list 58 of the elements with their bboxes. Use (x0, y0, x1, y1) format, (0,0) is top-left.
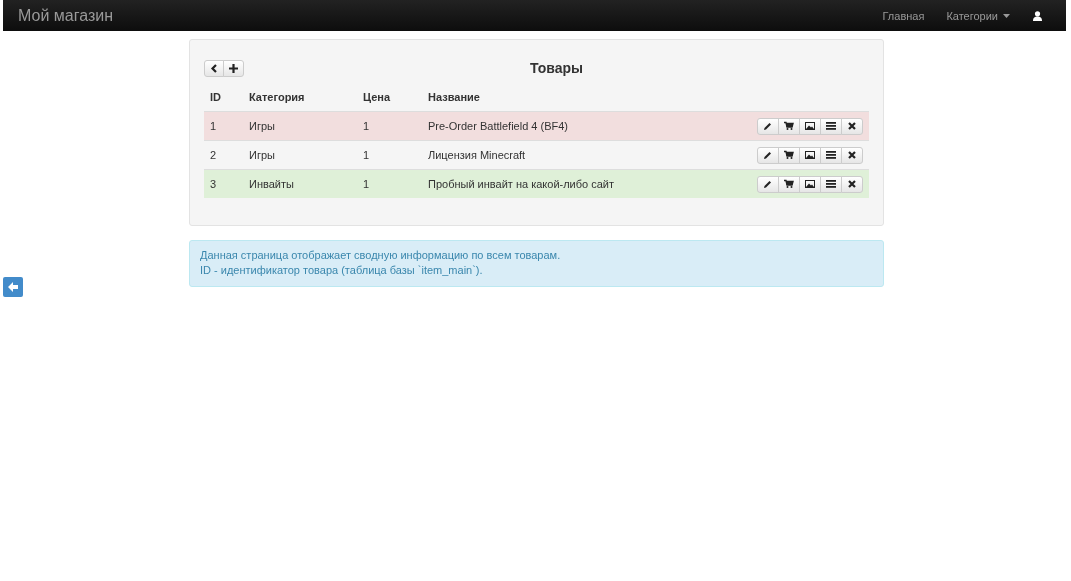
table-cell: 1 (357, 111, 422, 141)
table-cell: Pre-Order Battlefield 4 (BF4) (422, 111, 751, 141)
table-cell: Лицензия Minecraft (422, 140, 751, 170)
list-icon (826, 179, 836, 189)
picture-icon (805, 150, 815, 160)
table-cell: Пробный инвайт на какой-либо сайт (422, 169, 751, 198)
brand-link[interactable]: Мой магазин (18, 6, 113, 25)
edit-button[interactable] (757, 117, 779, 135)
info-text: Данная страница отображает сводную информацию по всем товарам. (200, 248, 562, 263)
edit-button[interactable] (757, 146, 779, 164)
delete-button[interactable] (841, 175, 863, 193)
column-header: ID (204, 83, 243, 112)
cart-button[interactable] (778, 146, 800, 164)
cart-button[interactable] (778, 117, 800, 135)
image-button[interactable] (799, 175, 821, 193)
delete-button[interactable] (841, 117, 863, 135)
picture-icon (805, 121, 815, 131)
details-button[interactable] (820, 117, 842, 135)
details-button[interactable] (820, 146, 842, 164)
info-text: ID - идентификатор товара (таблица базы `item_main`). (200, 263, 484, 278)
plus-icon (229, 63, 238, 73)
table-cell: Инвайты (243, 169, 357, 198)
details-button[interactable] (820, 175, 842, 193)
table-cell: 1 (357, 169, 422, 198)
edit-button[interactable] (757, 175, 779, 193)
pencil-icon (763, 121, 773, 131)
column-header: Цена (357, 83, 422, 112)
back-button[interactable] (204, 59, 224, 77)
delete-button[interactable] (841, 146, 863, 164)
list-icon (826, 150, 836, 160)
list-icon (826, 121, 836, 131)
dropdown-toggle[interactable]: Категории (935, 9, 1021, 22)
column-header: Категория (243, 83, 357, 112)
pencil-icon (763, 150, 773, 160)
close-icon (847, 150, 857, 160)
add-button[interactable] (223, 59, 244, 77)
close-icon (847, 121, 857, 131)
picture-icon (805, 179, 815, 189)
cart-icon (784, 150, 794, 160)
image-button[interactable] (799, 146, 821, 164)
user-icon (1033, 10, 1042, 21)
nav-link[interactable]: Главная (871, 9, 936, 22)
chevron-left-icon (210, 63, 218, 73)
cart-icon (784, 179, 794, 189)
cart-icon (784, 121, 794, 131)
pencil-icon (763, 179, 773, 189)
table-cell: Игры (243, 111, 357, 141)
table-cell: 1 (357, 140, 422, 170)
image-button[interactable] (799, 117, 821, 135)
table-cell: Игры (243, 140, 357, 170)
arrow-left-icon (7, 281, 19, 293)
cart-button[interactable] (778, 175, 800, 193)
close-icon (847, 179, 857, 189)
table-cell: 1 (204, 111, 243, 141)
panel-title: Товары (529, 60, 584, 76)
column-header: Название (422, 83, 751, 112)
table-cell: 3 (204, 169, 243, 198)
table-cell: 2 (204, 140, 243, 170)
